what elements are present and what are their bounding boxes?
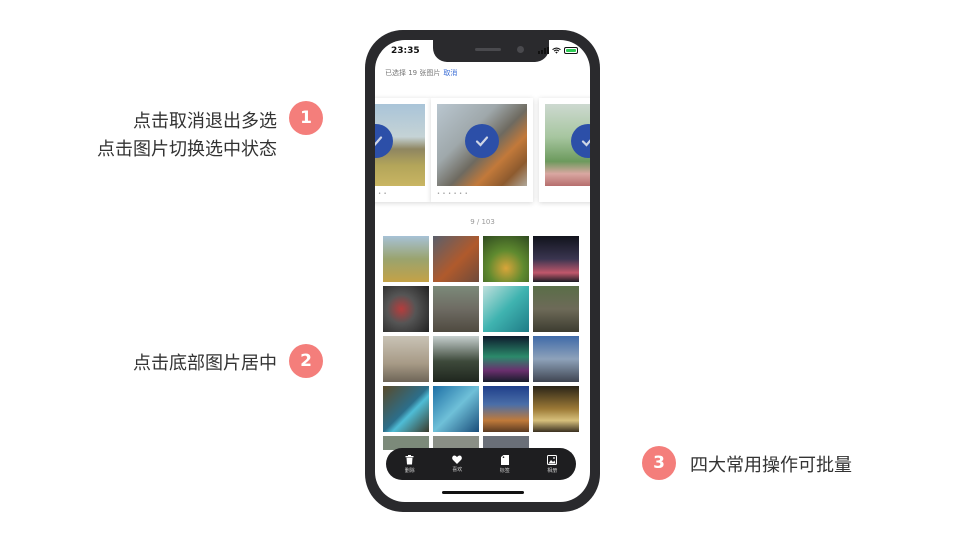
heart-icon [452,455,463,464]
thumbnail[interactable] [483,386,529,432]
thumbnail[interactable] [483,286,529,332]
annotation-1-text: 点击取消退出多选 点击图片切换选中状态 [97,108,277,164]
signal-icon [538,47,549,54]
thumbnail[interactable] [533,236,579,282]
tag-icon [500,454,509,465]
album-label: 相册 [547,467,558,474]
thumbnail[interactable] [533,386,579,432]
thumbnail[interactable] [383,386,429,432]
thumbnail[interactable] [433,236,479,282]
status-icons [538,47,578,54]
phone-screen: 23:35 已选择 19 张图片 取消 • • • • • • • • 9 / … [375,40,590,502]
photo-carousel[interactable]: • • • • • • • • • • [375,98,590,206]
thumbnail[interactable] [383,286,429,332]
like-button[interactable]: 喜欢 [437,455,477,473]
annotation-1-badge: 1 [289,101,323,135]
thumbnail[interactable] [383,236,429,282]
annotation-1-line-2: 点击图片切换选中状态 [97,139,277,160]
selection-count: 已选择 19 张图片 [385,69,441,77]
wifi-icon [552,47,561,54]
thumbnail[interactable] [433,286,479,332]
annotation-2-badge: 2 [289,344,323,378]
selection-bar: 已选择 19 张图片 取消 [385,68,457,78]
cancel-button[interactable]: 取消 [443,69,457,77]
annotation-2-line-1: 点击底部图片居中 [133,353,277,374]
album-button[interactable]: 相册 [532,454,572,474]
like-label: 喜欢 [452,467,463,473]
trash-icon [405,454,414,464]
carousel-card-next[interactable] [539,98,590,202]
carousel-card-current[interactable]: • • • • • • [431,98,533,202]
tag-button[interactable]: 标签 [485,454,525,474]
tag-label: 标签 [499,467,510,474]
thumbnail[interactable] [433,336,479,382]
thumbnail[interactable] [483,336,529,382]
status-time: 23:35 [391,46,420,56]
delete-label: 删除 [404,467,415,474]
speaker-grille [475,48,501,51]
annotation-3-badge: 3 [642,446,676,480]
album-icon [547,454,558,465]
annotation-3-line-1: 四大常用操作可批量 [690,455,852,476]
thumbnail[interactable] [533,286,579,332]
thumbnail[interactable] [483,236,529,282]
front-camera [517,46,524,53]
thumbnail[interactable] [433,386,479,432]
carousel-card-prev[interactable]: • • • • [375,98,431,202]
check-icon [465,124,499,158]
photo-counter: 9 / 103 [470,218,495,226]
photo-meta: • • • • • • [437,191,469,197]
phone-frame: 23:35 已选择 19 张图片 取消 • • • • • • • • 9 / … [365,30,600,512]
thumbnail[interactable] [383,336,429,382]
batch-action-bar: 删除 喜欢 标签 相册 [386,448,576,480]
thumbnail[interactable] [533,336,579,382]
delete-button[interactable]: 删除 [390,454,430,474]
annotation-1-line-1: 点击取消退出多选 [133,111,277,132]
phone-notch [433,40,549,62]
annotation-2-text: 点击底部图片居中 [133,350,277,378]
photo-meta: • • • • [375,191,388,197]
battery-icon [564,47,578,54]
home-indicator [442,491,524,494]
annotation-3-text: 四大常用操作可批量 [690,452,852,480]
